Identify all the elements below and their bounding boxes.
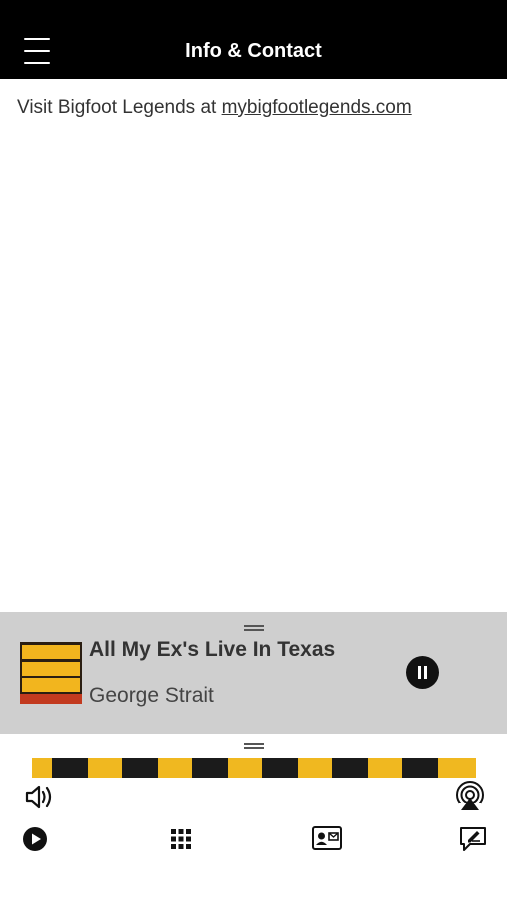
page-title: Info & Contact (185, 40, 322, 62)
now-playing-bar[interactable]: All My Ex's Live In Texas George Strait (0, 612, 507, 734)
banner-ad[interactable] (32, 758, 476, 778)
drag-handle-icon[interactable] (244, 625, 264, 631)
visit-text: Visit Bigfoot Legends at (17, 97, 222, 118)
info-text: Visit Bigfoot Legends at mybigfootlegend… (17, 97, 412, 119)
speaker-volume-icon[interactable] (24, 782, 54, 817)
grid-icon[interactable] (170, 828, 192, 855)
album-art (20, 642, 82, 704)
website-link[interactable]: mybigfootlegends.com (222, 97, 412, 118)
drag-handle-icon[interactable] (244, 743, 264, 749)
app-header: Info & Contact (0, 0, 507, 79)
song-title: All My Ex's Live In Texas (89, 638, 336, 661)
artist-name: George Strait (89, 684, 214, 707)
play-circle-icon[interactable] (22, 826, 48, 857)
compose-icon[interactable] (459, 825, 487, 858)
pause-icon[interactable] (406, 656, 439, 689)
airplay-icon[interactable] (454, 781, 486, 818)
contact-card-icon[interactable] (312, 826, 342, 855)
